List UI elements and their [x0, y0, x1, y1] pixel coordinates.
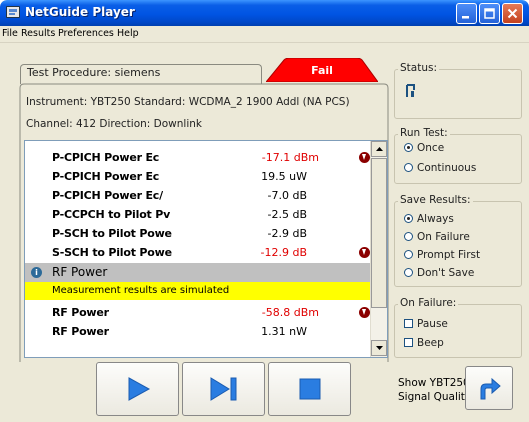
status-label: Status: — [398, 62, 439, 74]
play-button[interactable] — [96, 362, 179, 416]
window-title: NetGuide Player — [25, 5, 135, 19]
result-value: -17.1 dBm — [261, 151, 319, 164]
menu-file[interactable]: File — [2, 28, 18, 39]
title-bar[interactable]: NetGuide Player — [0, 0, 529, 26]
save-prompt-first-radio[interactable]: Prompt First — [404, 249, 480, 261]
minimize-button[interactable] — [456, 3, 477, 24]
simulated-notice: Measurement results are simulated — [52, 285, 230, 296]
fail-down-icon — [359, 152, 370, 163]
run-continuous-radio[interactable]: Continuous — [404, 162, 476, 174]
fail-label: Fail — [311, 64, 333, 77]
result-row[interactable]: P-CPICH Power Ec -17.1 dBm — [25, 148, 371, 167]
result-row[interactable]: S-SCH to Pilot Powe -12.9 dB — [25, 243, 371, 262]
result-value: -2.5 dB — [267, 208, 308, 221]
group-label: RF Power — [52, 265, 108, 279]
results-scrollbar[interactable] — [370, 141, 387, 357]
radio-icon — [404, 250, 413, 259]
result-label: RF Power — [52, 306, 109, 319]
procedure-tab-label: Test Procedure: siemens — [27, 66, 161, 79]
menu-bar: File Results Preferences Help — [0, 26, 529, 43]
result-label: P-CPICH Power Ec/ — [52, 189, 163, 202]
run-once-radio[interactable]: Once — [404, 142, 444, 154]
fail-down-icon — [359, 307, 370, 318]
result-value: -58.8 dBm — [261, 306, 319, 319]
netguide-window: NetGuide Player File Results Preferences… — [0, 0, 529, 422]
result-row[interactable]: P-CPICH Power Ec/ -7.0 dB — [25, 186, 371, 205]
result-row[interactable]: RF Power -58.8 dBm — [25, 303, 371, 322]
radio-icon — [404, 232, 413, 241]
result-value: 1.31 nW — [261, 325, 307, 338]
radio-selected-icon — [404, 143, 413, 152]
result-row[interactable]: P-CCPCH to Pilot Pv -2.5 dB — [25, 205, 371, 224]
save-always-radio[interactable]: Always — [404, 213, 454, 225]
app-icon — [6, 6, 20, 18]
menu-help[interactable]: Help — [117, 28, 139, 39]
result-label: P-CCPCH to Pilot Pv — [52, 208, 171, 221]
info-icon: i — [31, 267, 42, 278]
fail-down-icon — [359, 247, 370, 258]
step-forward-icon — [210, 377, 236, 401]
save-dont-save-radio[interactable]: Don't Save — [404, 267, 474, 279]
result-label: P-CPICH Power Ec — [52, 151, 160, 164]
radio-icon — [404, 163, 413, 172]
forward-arrow-icon — [480, 377, 501, 400]
result-row[interactable]: P-SCH to Pilot Powe -2.9 dB — [25, 224, 371, 243]
close-icon — [507, 8, 518, 19]
result-value: -7.0 dB — [267, 189, 308, 202]
run-test-label: Run Test: — [398, 127, 450, 139]
save-on-failure-radio[interactable]: On Failure — [404, 231, 470, 243]
scroll-thumb[interactable] — [371, 158, 387, 308]
result-row[interactable]: P-CPICH Power Ec 19.5 uW — [25, 167, 371, 186]
status-idle-icon — [406, 84, 415, 97]
result-label: P-CPICH Power Ec — [52, 170, 160, 183]
scroll-up-icon — [375, 147, 383, 151]
radio-selected-icon — [404, 214, 413, 223]
result-label: S-SCH to Pilot Powe — [52, 246, 172, 259]
checkbox-icon — [404, 319, 413, 328]
result-value: -12.9 dB — [260, 246, 308, 259]
scroll-up-button[interactable] — [371, 141, 387, 157]
checkbox-icon — [404, 338, 413, 347]
menu-preferences[interactable]: Preferences — [58, 28, 114, 39]
beep-checkbox[interactable]: Beep — [404, 337, 444, 349]
result-value: 19.5 uW — [261, 170, 307, 183]
radio-icon — [404, 268, 413, 277]
stop-icon — [299, 378, 320, 400]
save-results-label: Save Results: — [398, 194, 473, 206]
play-icon — [128, 377, 150, 401]
maximize-icon — [484, 8, 495, 19]
step-forward-button[interactable] — [182, 362, 265, 416]
on-failure-label: On Failure: — [398, 297, 459, 309]
channel-line: Channel: 412 Direction: Downlink — [26, 118, 202, 130]
scroll-down-icon — [375, 346, 383, 350]
minimize-icon — [462, 16, 469, 19]
menu-results[interactable]: Results — [21, 28, 55, 39]
results-list[interactable]: P-CPICH Power Ec -17.1 dBm P-CPICH Power… — [24, 140, 388, 358]
show-signal-quality-button[interactable] — [465, 366, 513, 410]
maximize-button[interactable] — [479, 3, 500, 24]
group-row-rf-power[interactable]: RF Power — [25, 263, 371, 282]
instrument-line: Instrument: YBT250 Standard: WCDMA_2 190… — [26, 96, 350, 108]
pause-checkbox[interactable]: Pause — [404, 318, 448, 330]
close-button[interactable] — [502, 3, 523, 24]
stop-button[interactable] — [268, 362, 351, 416]
simulated-notice-row: Measurement results are simulated — [25, 282, 371, 300]
on-failure-group — [394, 304, 522, 358]
result-row[interactable]: RF Power 1.31 nW — [25, 322, 371, 341]
result-label: P-SCH to Pilot Powe — [52, 227, 172, 240]
result-label: RF Power — [52, 325, 109, 338]
signal-quality-text: Show YBT250 Signal Quality — [398, 377, 472, 403]
result-value: -2.9 dB — [267, 227, 308, 240]
scroll-down-button[interactable] — [371, 340, 387, 356]
